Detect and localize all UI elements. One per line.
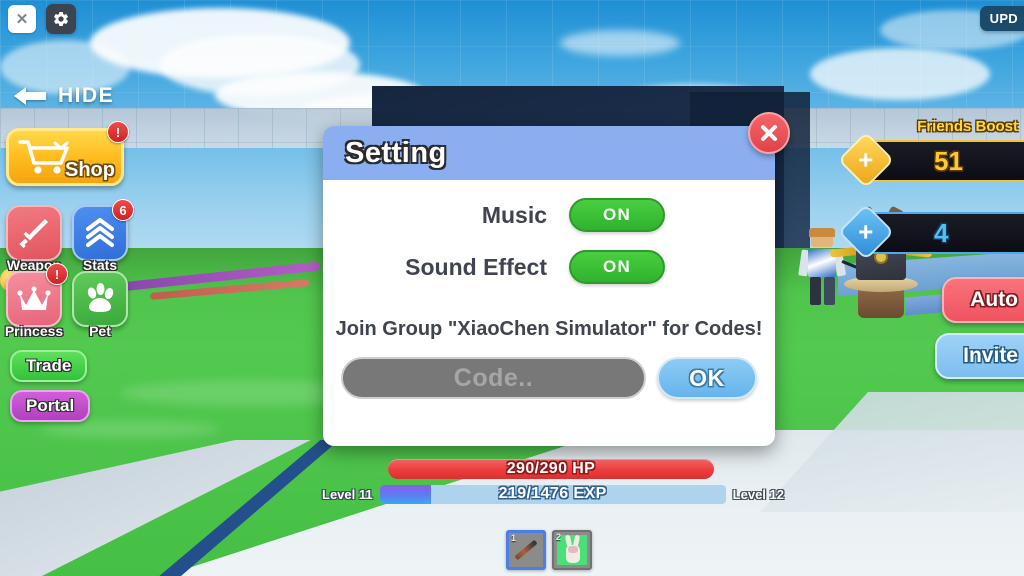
invite-button[interactable]: Invite [935,333,1024,379]
dialog-header: Setting [323,126,775,180]
sword-icon [8,207,60,259]
exp-bar-row: Level 11 219/1476 EXP Level 12 [322,484,784,504]
shop-button[interactable]: Shop ! [6,121,129,186]
hotbar: 1 2 [506,530,592,570]
hp-text: 290/290 HP [506,460,596,477]
pet-button[interactable]: Pet [72,271,128,339]
music-toggle-state: ON [603,205,631,224]
bunny-pet-item-icon [557,534,587,565]
pet-label: Pet [89,323,111,339]
hotbar-slot-number: 2 [556,532,562,542]
music-label: Music [481,201,547,228]
join-group-text: Join Group "XiaoChen Simulator" for Code… [335,318,763,340]
princess-label: Princess [4,323,64,339]
hide-button[interactable]: HIDE [12,84,114,108]
code-input[interactable]: Code.. [341,357,646,399]
code-redeem-row: Code.. OK [323,357,775,399]
gem-value: 4 [934,217,949,248]
gem-currency-bar[interactable]: + 4 [837,203,1024,261]
gear-icon[interactable] [46,4,76,34]
paw-print-icon [74,273,126,325]
cloud [560,30,680,56]
update-badge[interactable]: UPD [979,6,1024,31]
portal-button[interactable]: Portal [10,390,91,422]
settings-dialog: Setting Music ON Sound Effect ON Join Gr… [323,112,790,446]
sound-effect-label: Sound Effect [405,253,547,280]
music-toggle[interactable]: ON [569,198,665,232]
code-input-placeholder: Code.. [453,363,534,392]
ground-highlight [40,420,220,438]
top-left-controls: ✕ [8,4,76,34]
weapon-button[interactable]: Weapon [6,205,62,273]
hotbar-slot-number: 1 [511,533,517,543]
sword-item-icon [514,539,538,561]
hotbar-slot-pet[interactable]: 2 [552,530,592,570]
sound-effect-toggle[interactable]: ON [569,250,665,284]
stats-button[interactable]: 6 Stats [72,199,134,273]
shop-label: Shop [65,159,115,181]
gold-currency-bar[interactable]: + 51 [837,131,1024,189]
arrow-left-icon [12,85,48,107]
trade-button[interactable]: Trade [10,350,88,382]
setting-row-music: Music ON [323,198,775,232]
level-current-label: Level 11 [322,486,373,502]
level-next-label: Level 12 [732,486,784,502]
setting-row-sound-effect: Sound Effect ON [323,250,775,284]
princess-alert-badge: ! [46,263,68,285]
close-icon[interactable]: ✕ [8,5,36,33]
cloud [810,48,990,100]
hotbar-slot-sword[interactable]: 1 [506,530,546,570]
friends-boost-label: Friends Boost [917,118,1018,135]
close-icon[interactable] [748,112,790,154]
exp-bar-container: 219/1476 EXP [379,484,726,504]
shop-alert-badge: ! [107,121,129,143]
hp-bar-container: 290/290 HP [388,459,714,479]
stats-count-badge: 6 [112,199,134,221]
ok-button[interactable]: OK [657,357,757,399]
ok-button-label: OK [689,364,725,391]
exp-text: 219/1476 EXP [498,485,607,502]
dialog-body: Music ON Sound Effect ON Join Group "Xia… [323,180,775,399]
hide-label: HIDE [58,84,115,107]
princess-button[interactable]: ! Princess [5,263,68,339]
sound-effect-toggle-state: ON [603,257,631,276]
auto-button[interactable]: Auto [942,277,1024,323]
gold-value: 51 [934,145,963,176]
dialog-title: Setting [345,136,447,169]
